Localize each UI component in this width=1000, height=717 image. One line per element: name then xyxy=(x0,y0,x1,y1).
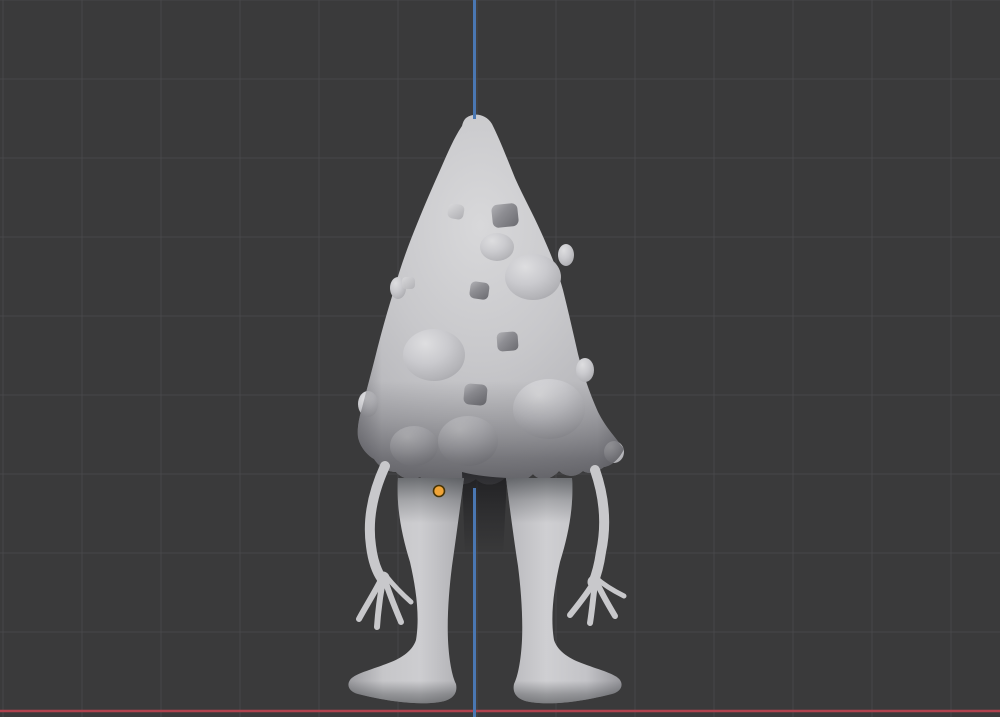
viewport-stage xyxy=(0,0,1000,717)
object-origin-marker[interactable] xyxy=(432,484,446,498)
underskirt-shadow xyxy=(462,472,507,556)
side-bump xyxy=(558,244,574,266)
3d-viewport[interactable] xyxy=(0,0,1000,717)
